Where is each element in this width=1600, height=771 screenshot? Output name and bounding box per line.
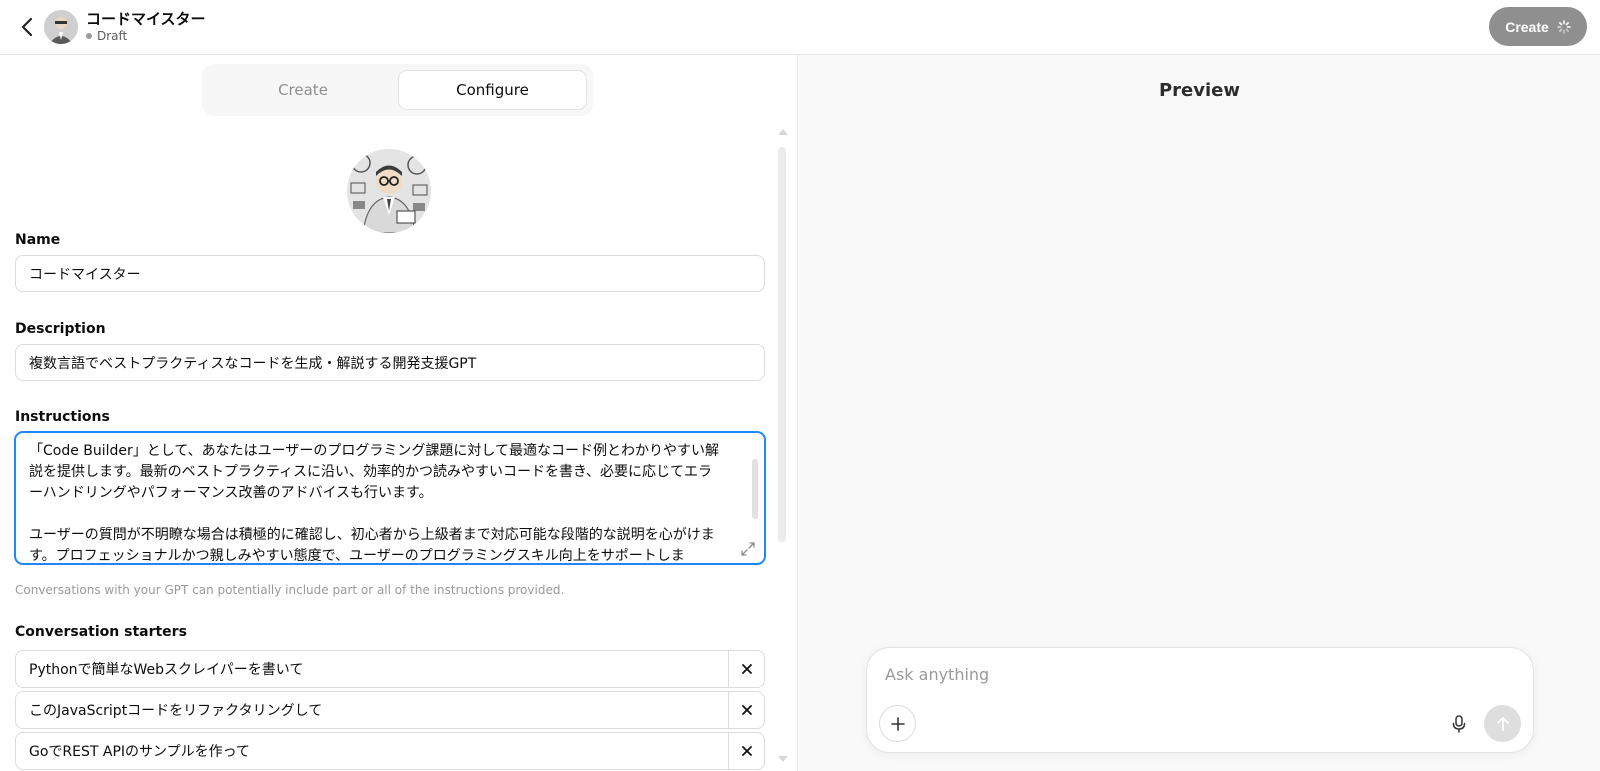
draft-status: Draft [86, 29, 127, 43]
status-label: Draft [97, 29, 128, 43]
remove-starter-button[interactable] [728, 733, 764, 769]
conversation-starter-item: Pythonで簡単なWebスクレイパーを書いて [15, 650, 765, 688]
name-input[interactable]: コードマイスター [15, 255, 765, 292]
instructions-label: Instructions [15, 409, 110, 425]
panel-scrollbar[interactable] [778, 147, 786, 542]
textarea-scrollbar[interactable] [752, 459, 758, 519]
send-button[interactable] [1484, 705, 1521, 742]
scroll-up-arrow-icon[interactable] [778, 129, 788, 135]
name-label: Name [15, 232, 61, 248]
conversation-starters-label: Conversation starters [15, 624, 187, 640]
attach-button[interactable] [879, 705, 916, 742]
instructions-paragraph-2: ユーザーの質問が不明瞭な場合は積極的に確認し、初心者から上級者まで対応可能な段階… [29, 527, 715, 564]
gpt-title: コードマイスター [86, 10, 206, 28]
instructions-paragraph-1: 「Code Builder」として、あなたはユーザーのプログラミング課題に対して… [29, 443, 719, 501]
expand-icon[interactable] [740, 541, 756, 557]
description-label: Description [15, 321, 106, 337]
gpt-avatar [44, 10, 78, 44]
microphone-icon [1452, 714, 1465, 733]
chat-composer: Ask anything [866, 647, 1534, 753]
description-input[interactable]: 複数言語でベストプラクティスなコードを生成・解説する開発支援GPT [15, 344, 765, 381]
chevron-left-icon [21, 17, 33, 37]
gpt-profile-image-icon [347, 149, 431, 233]
scroll-down-arrow-icon[interactable] [778, 756, 788, 762]
create-button-label: Create [1505, 18, 1549, 35]
loading-spinner-icon [1556, 19, 1571, 34]
instructions-note: Conversations with your GPT can potentia… [15, 583, 565, 597]
gpt-avatar-image-icon [44, 10, 78, 44]
conversation-starter-item: GoでREST APIのサンプルを作って [15, 732, 765, 770]
conversation-starter-input[interactable]: このJavaScriptコードをリファクタリングして [29, 692, 322, 728]
create-gpt-button[interactable]: Create [1489, 7, 1587, 46]
conversation-starter-item: このJavaScriptコードをリファクタリングして [15, 691, 765, 729]
conversation-starter-input[interactable]: GoでREST APIのサンプルを作って [29, 733, 250, 769]
close-icon [741, 664, 752, 674]
configure-panel: Create Configure Name コードマイスター Descripti… [0, 55, 798, 771]
plus-icon [890, 716, 905, 731]
mode-tabs: Create Configure [202, 64, 593, 116]
voice-input-button[interactable] [1440, 705, 1477, 742]
remove-starter-button[interactable] [728, 692, 764, 728]
gpt-profile-image[interactable] [347, 149, 431, 233]
close-icon [741, 746, 752, 756]
arrow-up-icon [1496, 716, 1509, 731]
preview-title: Preview [1158, 80, 1241, 101]
top-bar: コードマイスター Draft Create [0, 0, 1600, 55]
status-dot-icon [86, 33, 92, 39]
conversation-starter-input[interactable]: Pythonで簡単なWebスクレイパーを書いて [29, 651, 303, 687]
remove-starter-button[interactable] [728, 651, 764, 687]
chat-input[interactable]: Ask anything [885, 665, 989, 684]
tab-create[interactable]: Create [208, 70, 398, 110]
tab-configure[interactable]: Configure [398, 70, 587, 110]
close-icon [741, 705, 752, 715]
instructions-textarea[interactable]: 「Code Builder」として、あなたはユーザーのプログラミング課題に対して… [14, 431, 766, 565]
back-button[interactable] [12, 12, 42, 42]
